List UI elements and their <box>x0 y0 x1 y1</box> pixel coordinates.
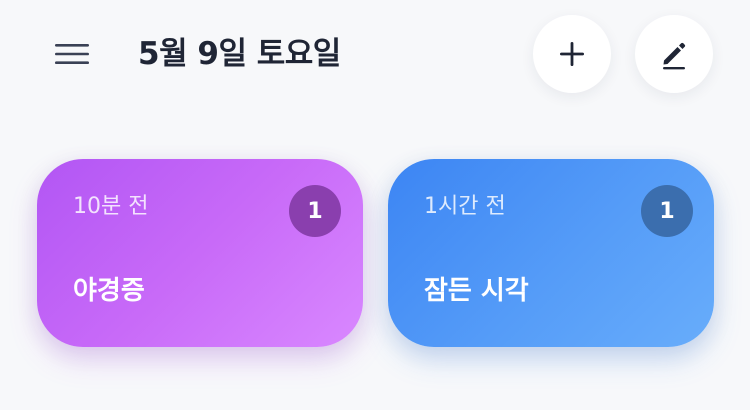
page-title: 5월 9일 토요일 <box>138 36 341 72</box>
top-bar: 5월 9일 토요일 <box>0 0 750 110</box>
count-badge: 1 <box>641 185 693 237</box>
card-title: 야경증 <box>73 276 145 306</box>
edit-button[interactable] <box>635 15 713 93</box>
plus-icon <box>560 42 584 66</box>
menu-button[interactable] <box>52 38 92 70</box>
count-badge: 1 <box>289 185 341 237</box>
add-button[interactable] <box>533 15 611 93</box>
card-time: 1시간 전 <box>424 194 506 219</box>
record-card-night-terror[interactable]: 10분 전 1 야경증 <box>37 159 363 347</box>
card-time: 10분 전 <box>73 194 149 219</box>
pencil-icon <box>663 42 686 70</box>
hamburger-menu-icon <box>55 44 89 64</box>
card-title: 잠든 시각 <box>424 276 529 306</box>
record-card-sleep-time[interactable]: 1시간 전 1 잠든 시각 <box>388 159 714 347</box>
